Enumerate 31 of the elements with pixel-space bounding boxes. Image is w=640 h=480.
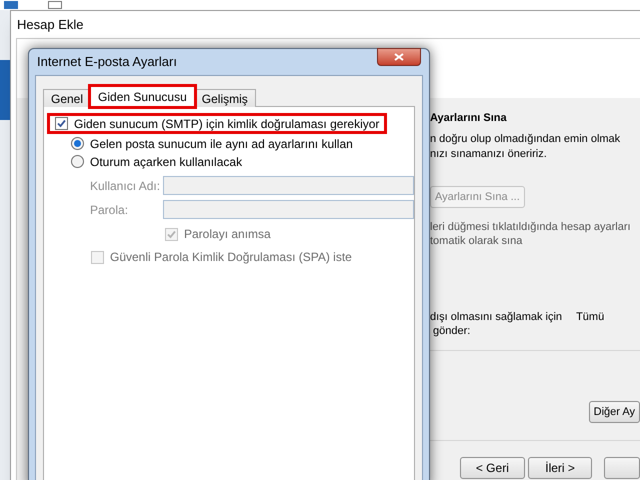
checkbox[interactable] <box>55 117 68 130</box>
wizard-button[interactable]: İleri > <box>528 457 592 479</box>
description-text: nızı sınamanızı öneririz. <box>430 147 548 162</box>
dialog-title: Internet E-posta Ayarları <box>37 53 177 72</box>
auth-checkbox-row[interactable]: Giden sunucum (SMTP) için kimlik doğrulaması gerekiyor <box>47 113 388 134</box>
description-text: leri düğmesi tıklatıldığında hesap ayarları <box>430 220 632 234</box>
field-label: Kullanıcı Adı: <box>90 178 162 194</box>
description-text: dışı olmasını sağlamak için <box>430 310 562 324</box>
field-label: Parola: <box>90 202 130 218</box>
checkbox-label: Güvenli Parola Kimlik Doğrulaması (SPA) iste <box>110 249 352 266</box>
checkmark-icon <box>167 230 176 238</box>
close-button[interactable] <box>377 48 421 66</box>
cancel-button[interactable] <box>604 457 640 479</box>
description-text: n doğru olup olmadığından emin olmak <box>430 132 622 147</box>
checkbox-label: Parolayı anımsa <box>184 226 271 243</box>
section-heading: Ayarlarını Sına <box>430 111 508 126</box>
more-settings-button[interactable]: Diğer Ay <box>588 401 640 423</box>
radio-button[interactable] <box>71 137 84 150</box>
side-strip <box>0 60 10 120</box>
description-text: gönder: <box>432 324 472 338</box>
window-title: Hesap Ekle <box>17 16 84 34</box>
radio-label: Gelen posta sunucum ile aynı ad ayarlarını kullan <box>90 136 353 152</box>
wizard-button[interactable]: < Geri <box>460 457 525 479</box>
description-text: tomatik olarak sına <box>430 234 524 248</box>
send-option-text: Tümü <box>576 310 604 324</box>
close-icon <box>394 53 404 61</box>
radio-label: Oturum açarken kullanılacak <box>90 154 242 170</box>
radio-button[interactable] <box>71 155 84 168</box>
tab[interactable]: Giden Sunucusu <box>90 86 195 107</box>
checkbox-label: Giden sunucum (SMTP) için kimlik doğrulaması gerekiyor <box>74 116 380 132</box>
checkmark-icon <box>57 119 66 128</box>
